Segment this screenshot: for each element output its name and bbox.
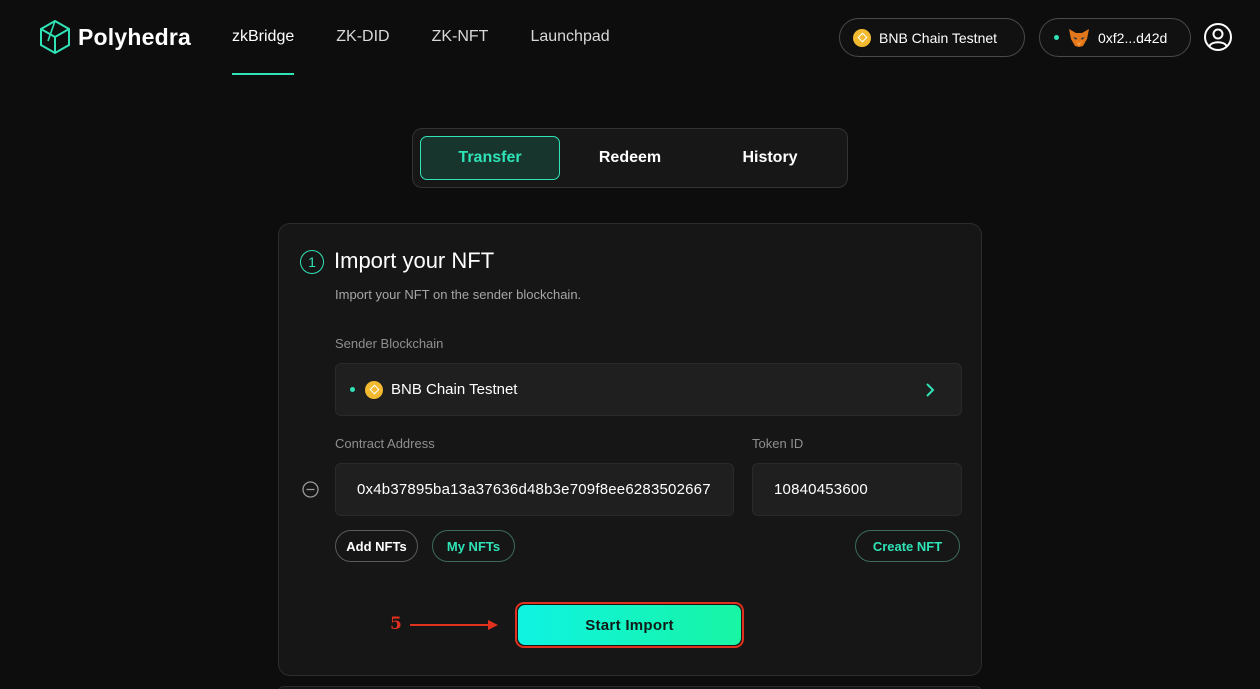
sender-blockchain-select[interactable]: BNB Chain Testnet [335, 363, 962, 416]
add-nfts-button[interactable]: Add NFTs [335, 530, 418, 562]
connected-status-dot [1054, 35, 1059, 40]
annotation-arrow-icon [410, 620, 498, 630]
sender-blockchain-value: BNB Chain Testnet [391, 381, 518, 398]
chevron-right-icon [926, 383, 935, 397]
annotation-step-number: 5 [390, 614, 402, 634]
nav-link-zk-did[interactable]: ZK-DID [336, 28, 389, 76]
start-import-button[interactable]: Start Import [518, 605, 741, 645]
polyhedra-logo[interactable]: Polyhedra [38, 19, 191, 55]
tab-history[interactable]: History [700, 136, 840, 180]
create-nft-button[interactable]: Create NFT [855, 530, 960, 562]
step-number-badge: 1 [300, 250, 324, 274]
wallet-address: 0xf2...d42d [1098, 29, 1168, 46]
tab-redeem[interactable]: Redeem [560, 136, 700, 180]
card-subtitle: Import your NFT on the sender blockchain… [335, 287, 582, 302]
nav-links: zkBridge ZK-DID ZK-NFT Launchpad [232, 28, 652, 76]
wallet-button[interactable]: 0xf2...d42d [1039, 18, 1191, 57]
contract-address-field[interactable]: 0x4b37895ba13a37636d48b3e709f8ee62835026… [335, 463, 734, 516]
network-selector-button[interactable]: BNB Chain Testnet [839, 18, 1025, 57]
bnb-chain-icon [853, 28, 871, 47]
top-nav: Polyhedra zkBridge ZK-DID ZK-NFT Launchp… [0, 0, 1260, 80]
token-id-field[interactable]: 10840453600 [752, 463, 962, 516]
brand-name: Polyhedra [78, 23, 192, 50]
start-import-highlight: Start Import [515, 602, 744, 648]
my-nfts-button[interactable]: My NFTs [432, 530, 515, 562]
nav-link-zk-nft[interactable]: ZK-NFT [432, 28, 489, 76]
token-id-label: Token ID [752, 436, 804, 451]
bnb-chain-icon [365, 380, 383, 399]
card-title: Import your NFT [334, 248, 495, 273]
remove-nft-row-icon[interactable] [302, 481, 319, 498]
polyhedra-logo-icon [40, 19, 70, 55]
user-profile-icon[interactable] [1203, 22, 1233, 52]
network-label: BNB Chain Testnet [879, 29, 998, 46]
nav-link-zkbridge[interactable]: zkBridge [232, 28, 295, 76]
sender-blockchain-label: Sender Blockchain [335, 336, 444, 351]
tab-transfer[interactable]: Transfer [420, 136, 560, 180]
nav-link-launchpad[interactable]: Launchpad [530, 28, 609, 76]
bridge-mode-tabs: Transfer Redeem History [412, 128, 848, 188]
network-status-dot [350, 387, 355, 392]
contract-address-label: Contract Address [335, 436, 435, 451]
metamask-fox-icon [1069, 28, 1089, 47]
